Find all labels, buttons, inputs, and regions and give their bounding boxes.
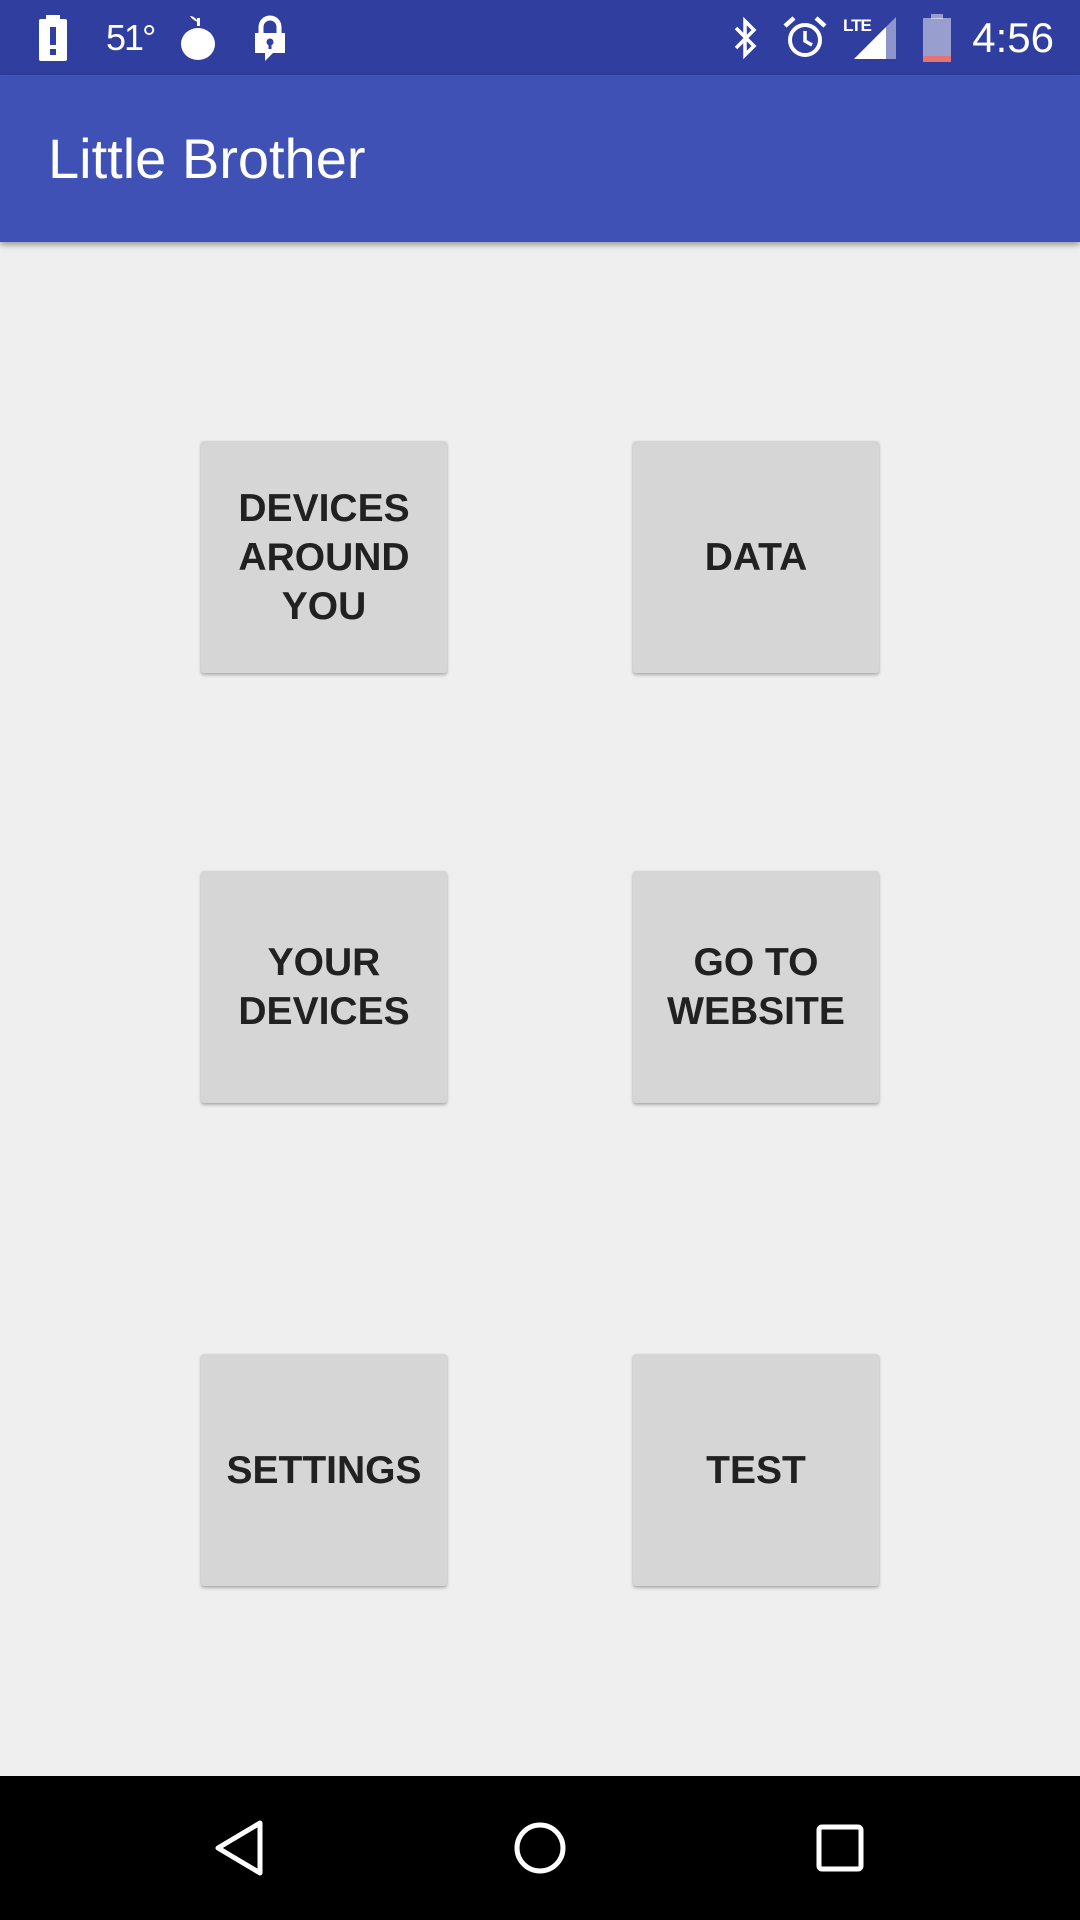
fruit-app-icon: [178, 0, 218, 75]
clock-text: 4:56: [972, 13, 1054, 61]
home-icon: [514, 1822, 566, 1874]
settings-button[interactable]: SETTINGS: [201, 1354, 447, 1586]
back-button[interactable]: [198, 1806, 282, 1890]
settings-label: SETTINGS: [226, 1448, 422, 1492]
alarm-icon: [782, 0, 828, 75]
navigation-bar: [0, 1776, 1080, 1920]
vpn-lock-icon: [250, 0, 290, 75]
app-title: Little Brother: [48, 127, 366, 190]
back-icon: [215, 1820, 263, 1876]
data-button[interactable]: DATA: [633, 441, 879, 673]
battery-icon: [920, 0, 954, 75]
alert-icon: [36, 0, 70, 75]
temperature-text: 51°: [106, 16, 156, 58]
app-bar: Little Brother: [0, 75, 1080, 242]
devices-around-you-button[interactable]: DEVICES AROUND YOU: [201, 441, 447, 673]
your-devices-label: YOUR DEVICES: [238, 941, 410, 1033]
your-devices-button[interactable]: YOUR DEVICES: [201, 871, 447, 1103]
devices-around-you-label: DEVICES AROUND YOU: [238, 486, 410, 628]
test-button[interactable]: TEST: [633, 1354, 879, 1586]
status-bar: 51° LTE 4:56: [0, 0, 1080, 75]
data-label: DATA: [704, 535, 808, 579]
signal-icon: [852, 0, 898, 75]
go-to-website-label: GO TO WEBSITE: [667, 941, 845, 1033]
home-button[interactable]: [498, 1806, 582, 1890]
recents-icon: [816, 1824, 864, 1872]
bluetooth-icon: [728, 0, 764, 75]
recents-button[interactable]: [798, 1806, 882, 1890]
test-label: TEST: [706, 1448, 806, 1492]
go-to-website-button[interactable]: GO TO WEBSITE: [633, 871, 879, 1103]
screen: 51° LTE 4:56 Little Brother DEVICES AROU…: [0, 0, 1080, 1920]
